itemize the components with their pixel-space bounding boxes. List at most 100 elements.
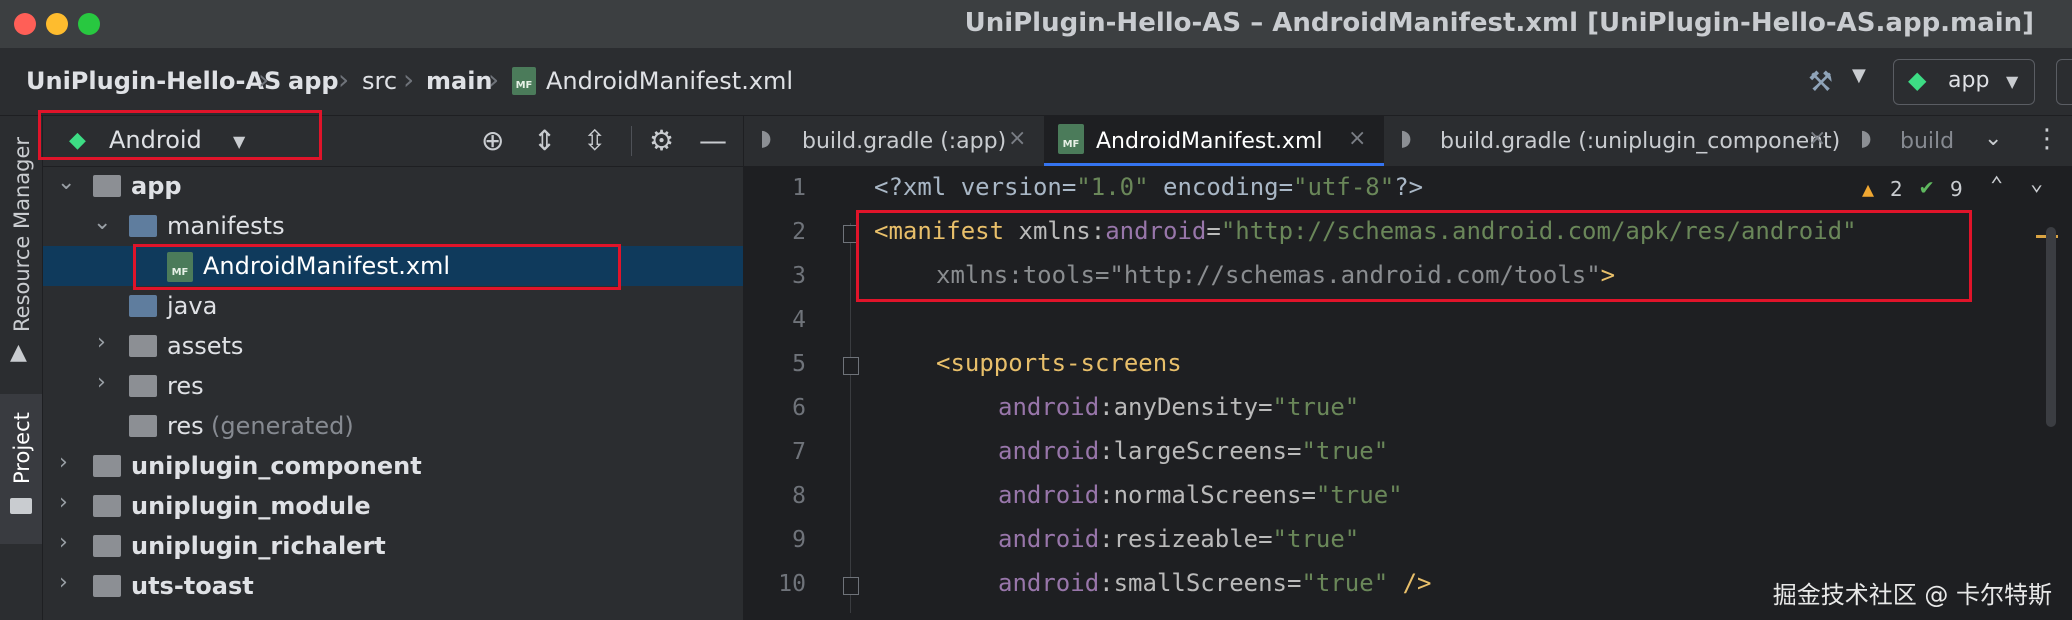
manifest-file-icon: MF: [1058, 124, 1084, 154]
chevron-right-icon: ›: [403, 63, 415, 96]
previous-highlight-icon[interactable]: ⌃: [1990, 173, 2003, 198]
breadcrumb-main[interactable]: main: [426, 67, 493, 95]
highlight-box: [856, 210, 1972, 302]
code-line-9: android:resizeable="true": [998, 525, 1359, 553]
android-icon: ◆: [1908, 66, 1927, 94]
code-token: android: [998, 393, 1100, 421]
gradle-icon: ◗: [1400, 126, 1412, 151]
expand-all-icon[interactable]: ⇕: [533, 124, 556, 157]
window-title: UniPlugin-Hello-AS – AndroidManifest.xml…: [964, 8, 2034, 38]
tree-item-res[interactable]: › res: [43, 366, 743, 406]
code-token: :smallScreens=: [1099, 569, 1302, 597]
tree-item-assets[interactable]: › assets: [43, 326, 743, 366]
fold-marker-icon[interactable]: [843, 357, 859, 375]
chevron-down-icon[interactable]: ▼: [1852, 65, 1866, 86]
tree-item-label: uts-toast: [131, 572, 254, 600]
folder-icon: [10, 498, 32, 514]
tree-item-label: java: [167, 292, 218, 320]
code-token: "true": [1301, 569, 1389, 597]
fold-guide: [850, 223, 851, 613]
line-number: 6: [792, 395, 806, 421]
tab-label: build.gradle (:app): [802, 129, 1007, 154]
tree-item-res-generated[interactable]: res (generated): [43, 406, 743, 446]
module-folder-icon: [93, 175, 121, 197]
tree-item-androidmanifest[interactable]: MF AndroidManifest.xml: [43, 244, 743, 290]
close-window-button[interactable]: [14, 13, 36, 35]
module-folder-icon: [93, 535, 121, 557]
code-token: :resizeable=: [1099, 525, 1273, 553]
tab-build-gradle-uniplugin-component[interactable]: ◗ build.gradle (:uniplugin_component) ×: [1384, 116, 1844, 166]
collapse-all-icon[interactable]: ⇳: [583, 124, 606, 157]
folder-icon: [129, 215, 157, 237]
tab-label: AndroidManifest.xml: [1096, 129, 1323, 154]
resource-folder-icon: [129, 375, 157, 397]
code-token: android: [998, 525, 1100, 553]
line-number: 10: [778, 571, 806, 597]
navigation-bar: UniPlugin-Hello-AS › app › src › main › …: [0, 49, 2072, 116]
manifest-file-icon: MF: [512, 67, 536, 95]
breadcrumb-project[interactable]: UniPlugin-Hello-AS: [26, 67, 281, 95]
code-line-6: android:anyDensity="true": [998, 393, 1359, 421]
resource-manager-tab[interactable]: Resource Manager: [10, 137, 34, 332]
chevron-right-icon: ›: [258, 63, 270, 96]
close-icon[interactable]: ×: [1008, 126, 1026, 151]
tree-item-label: assets: [167, 332, 244, 360]
warning-icon[interactable]: ▲: [1862, 177, 1874, 201]
hide-panel-icon[interactable]: —: [699, 124, 727, 157]
tree-item-uts-toast[interactable]: › uts-toast: [43, 566, 743, 606]
divider: [631, 126, 632, 156]
tab-build-gradle-app[interactable]: ◗ build.gradle (:app) ×: [744, 116, 1044, 166]
tree-item-app[interactable]: ⌄ app: [43, 166, 743, 206]
code-line-7: android:largeScreens="true": [998, 437, 1388, 465]
locate-icon[interactable]: ⊕: [481, 124, 504, 157]
project-tab[interactable]: Project: [0, 394, 42, 544]
chevron-right-icon: ›: [59, 450, 68, 475]
next-highlight-icon[interactable]: ⌄: [2030, 171, 2043, 196]
tab-build-partial[interactable]: ◗ build: [1844, 116, 1974, 166]
close-icon[interactable]: ×: [1348, 126, 1366, 151]
check-icon[interactable]: ✔: [1920, 175, 1933, 200]
chevron-right-icon: ›: [59, 570, 68, 595]
chevron-right-icon: ›: [59, 530, 68, 555]
chevron-down-icon: ⌄: [93, 210, 112, 235]
chevron-down-icon: ▼: [2006, 72, 2019, 91]
zoom-window-button[interactable]: [78, 13, 100, 35]
vertical-scrollbar[interactable]: [2046, 227, 2056, 427]
tool-window-stripe: Resource Manager ▲ Project: [0, 116, 43, 620]
hammer-icon[interactable]: ⚒: [1808, 65, 1833, 98]
code-editor[interactable]: 1 2 3 4 5 6 7 8 9 10 <?xml version="1.0"…: [744, 167, 2072, 620]
code-token: encoding=: [1148, 173, 1294, 201]
tree-item-java[interactable]: java: [43, 286, 743, 326]
toolbar-button-partial[interactable]: [2056, 59, 2072, 105]
tree-item-uniplugin-richalert[interactable]: › uniplugin_richalert: [43, 526, 743, 566]
folder-icon: [129, 415, 157, 437]
run-configuration-selector[interactable]: ◆ app ▼: [1893, 59, 2035, 105]
code-token: />: [1388, 569, 1432, 597]
breadcrumb-app[interactable]: app: [288, 67, 339, 95]
line-number: 3: [792, 263, 806, 289]
chevron-right-icon: ›: [59, 490, 68, 515]
code-line-5: <supports-screens: [936, 349, 1182, 377]
title-bar: UniPlugin-Hello-AS – AndroidManifest.xml…: [0, 0, 2072, 49]
breadcrumb-src[interactable]: src: [362, 67, 397, 95]
fold-marker-icon[interactable]: [843, 577, 859, 595]
code-token: "true": [1272, 393, 1360, 421]
tree-item-manifests[interactable]: ⌄ manifests: [43, 206, 743, 246]
gradle-icon: ◗: [1860, 126, 1872, 151]
more-options-icon[interactable]: ⋮: [2034, 124, 2060, 154]
gear-icon[interactable]: ⚙: [649, 124, 674, 157]
code-line-1: <?xml version="1.0" encoding="utf-8"?>: [874, 173, 1423, 201]
close-icon[interactable]: ×: [1808, 126, 1826, 151]
chevron-down-icon[interactable]: ⌄: [1984, 126, 2002, 151]
minimize-window-button[interactable]: [46, 13, 68, 35]
editor-tabs: ◗ build.gradle (:app) × MF AndroidManife…: [744, 116, 2072, 167]
highlight-box: [133, 244, 621, 290]
code-token: :normalScreens=: [1099, 481, 1316, 509]
breadcrumb-file[interactable]: AndroidManifest.xml: [546, 67, 793, 95]
tree-item-label: uniplugin_richalert: [131, 532, 386, 560]
line-number: 9: [792, 527, 806, 553]
tree-item-uniplugin-component[interactable]: › uniplugin_component: [43, 446, 743, 486]
code-token: android: [998, 481, 1100, 509]
tab-androidmanifest[interactable]: MF AndroidManifest.xml ×: [1044, 116, 1384, 166]
tree-item-uniplugin-module[interactable]: › uniplugin_module: [43, 486, 743, 526]
